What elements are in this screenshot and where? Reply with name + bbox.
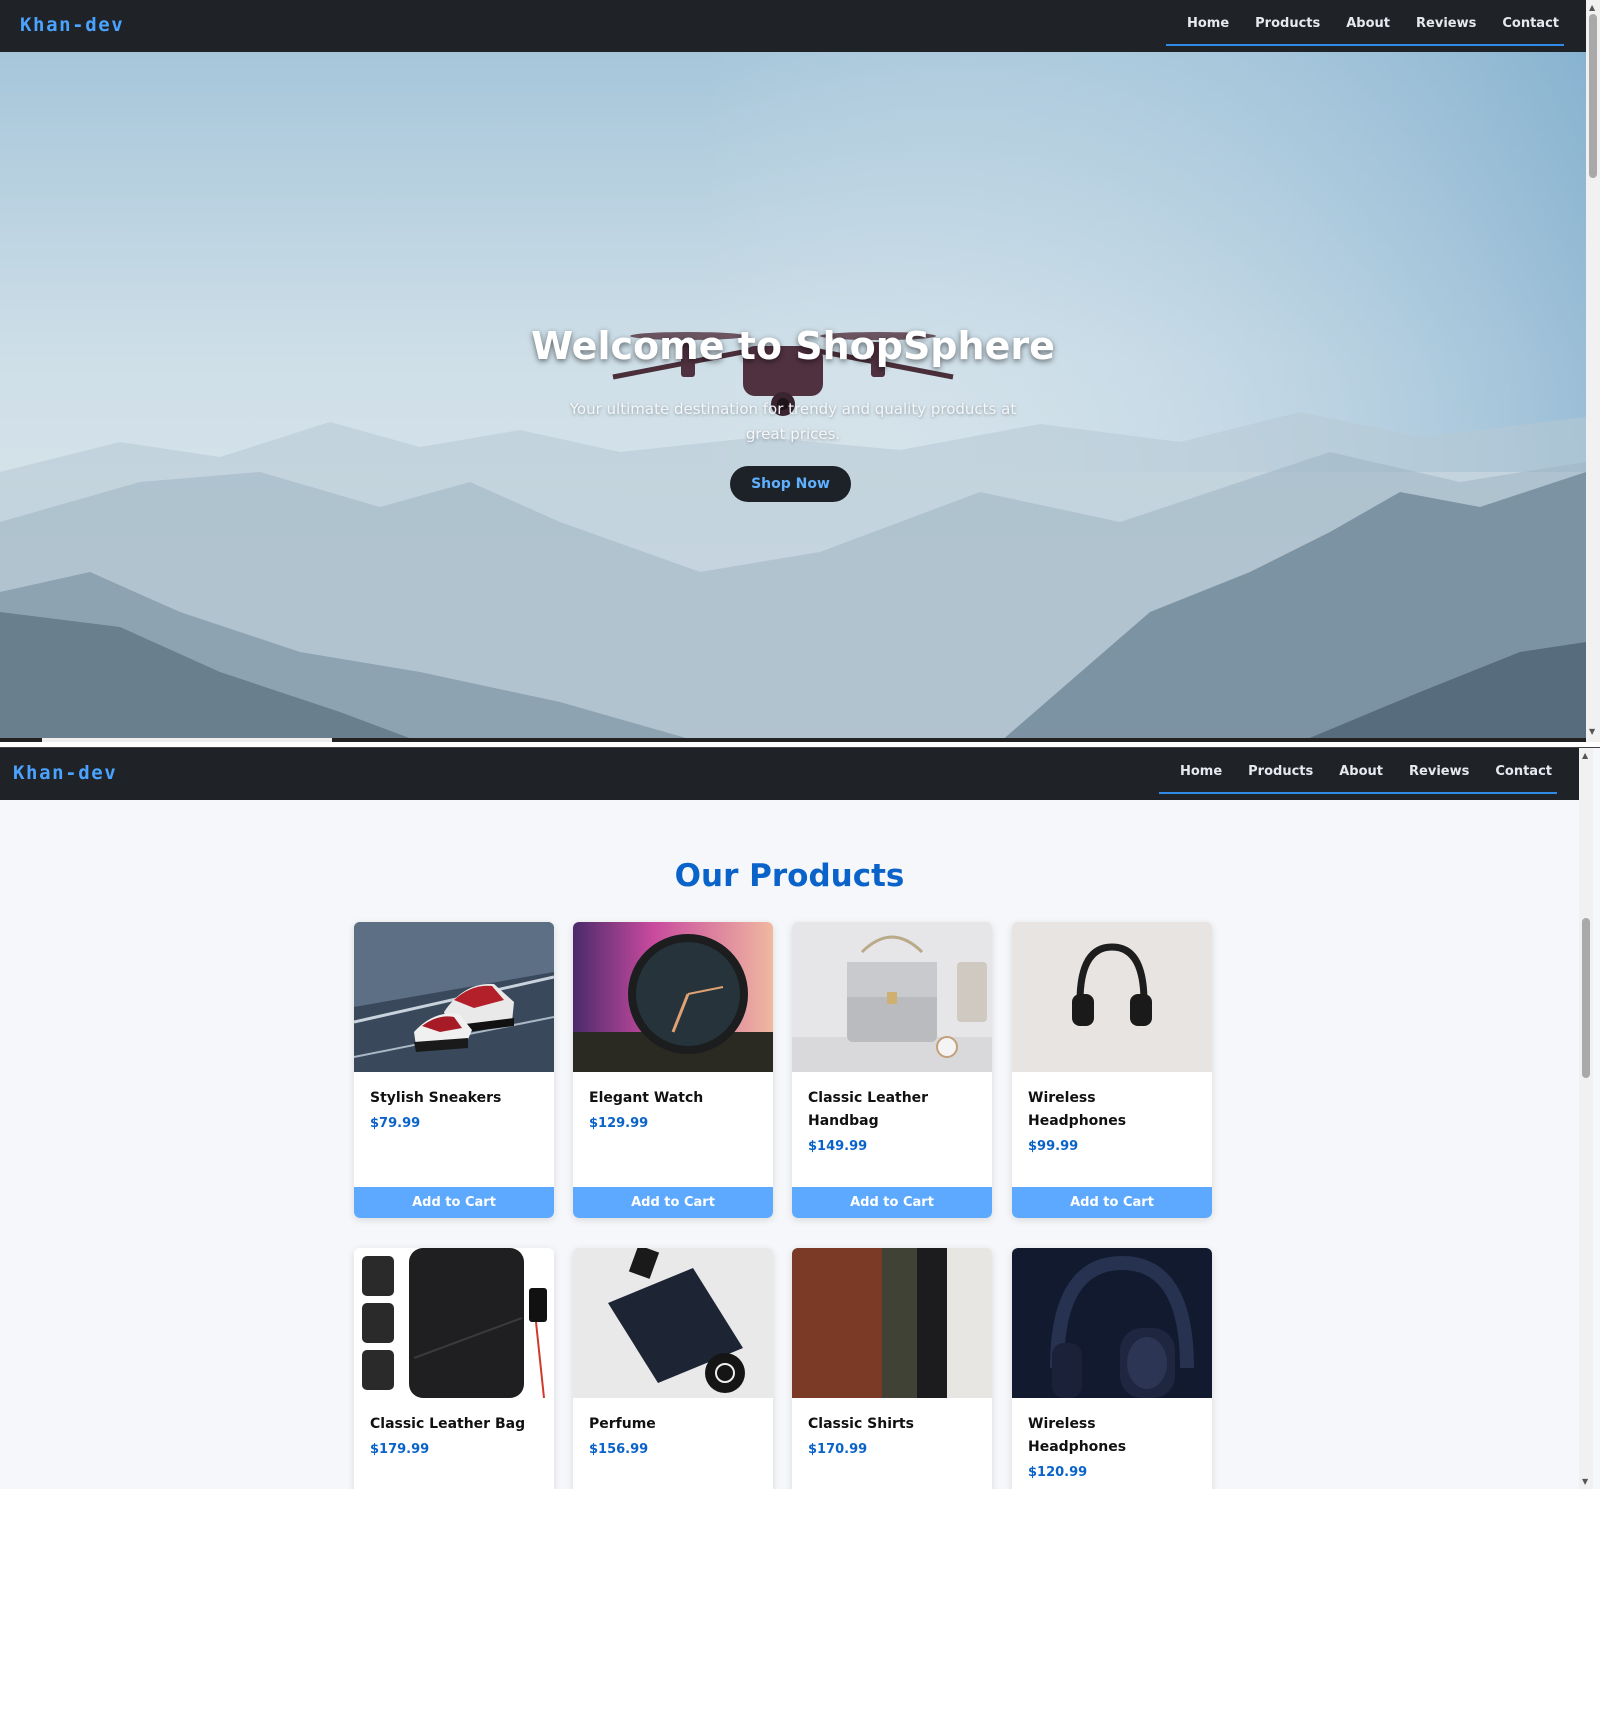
product-name: Classic Leather Bag — [370, 1416, 526, 1432]
product-card: Classic Leather Handbag $149.99 Add to C… — [792, 922, 992, 1218]
scrollbar-thumb[interactable] — [1582, 918, 1590, 1078]
product-price: $170.99 — [808, 1442, 868, 1457]
product-price: $99.99 — [1028, 1139, 1079, 1154]
product-name: Classic Shirts — [808, 1416, 914, 1432]
nav-link-about[interactable]: About — [1318, 748, 1396, 800]
handbag-image — [792, 922, 992, 1072]
nav-link-about[interactable]: About — [1325, 0, 1403, 52]
navbar: Khan-dev Home Products About Reviews Con… — [0, 0, 1586, 52]
nav-link-contact[interactable]: Contact — [1474, 748, 1565, 800]
product-name: Perfume — [589, 1416, 656, 1432]
perfume-image — [573, 1248, 773, 1398]
shirts-image — [792, 1248, 992, 1398]
viewport-products: Khan-dev Home Products About Reviews Con… — [0, 747, 1600, 1489]
product-card: Elegant Watch $129.99 Add to Cart — [573, 922, 773, 1218]
shop-now-button[interactable]: Shop Now — [730, 466, 851, 502]
product-name: Stylish Sneakers — [370, 1090, 502, 1106]
nav-links: Home Products About Reviews Contact — [1158, 748, 1565, 800]
add-to-cart-button[interactable]: Add to Cart — [573, 1187, 773, 1218]
products-title: Our Products — [674, 858, 905, 894]
viewport-hero: Khan-dev Home Products About Reviews Con… — [0, 0, 1600, 742]
nav-link-reviews[interactable]: Reviews — [1388, 748, 1482, 800]
product-name: Elegant Watch — [589, 1090, 704, 1106]
watch-image — [573, 922, 773, 1072]
nav-link-contact[interactable]: Contact — [1481, 0, 1572, 52]
add-to-cart-button[interactable]: Add to Cart — [354, 1187, 554, 1218]
sneakers-image — [354, 922, 554, 1072]
vertical-scrollbar[interactable]: ▲ ▼ — [1586, 0, 1600, 742]
nav-link-reviews[interactable]: Reviews — [1395, 0, 1489, 52]
product-price: $129.99 — [589, 1116, 649, 1131]
brand-logo[interactable]: Khan-dev — [13, 762, 117, 784]
nav-link-home[interactable]: Home — [1158, 748, 1235, 800]
product-price: $149.99 — [808, 1139, 868, 1154]
scroll-down-icon[interactable]: ▼ — [1582, 1478, 1588, 1486]
scroll-up-icon[interactable]: ▲ — [1589, 4, 1595, 12]
product-price: $79.99 — [370, 1116, 421, 1131]
hero-section: Welcome to ShopSphere Your ultimate dest… — [0, 52, 1586, 742]
backpack-image — [354, 1248, 554, 1398]
product-card: Stylish Sneakers $79.99 Add to Cart — [354, 922, 554, 1218]
add-to-cart-button[interactable]: Add to Cart — [1012, 1187, 1212, 1218]
brand-logo[interactable]: Khan-dev — [20, 14, 124, 36]
horizontal-scrollbar-thumb[interactable] — [42, 738, 332, 742]
product-name: Classic Leather Handbag — [808, 1090, 929, 1129]
product-card: Perfume $156.99 — [573, 1248, 773, 1489]
headphones-image — [1012, 922, 1212, 1072]
product-card: Wireless Headphones $120.99 — [1012, 1248, 1212, 1489]
scrollbar-thumb[interactable] — [1589, 14, 1597, 178]
nav-link-home[interactable]: Home — [1165, 0, 1242, 52]
add-to-cart-button[interactable]: Add to Cart — [792, 1187, 992, 1218]
scroll-up-icon[interactable]: ▲ — [1582, 752, 1588, 760]
product-card: Classic Leather Bag $179.99 — [354, 1248, 554, 1489]
hero-title: Welcome to ShopSphere — [531, 324, 1055, 368]
vertical-scrollbar[interactable]: ▲ ▼ — [1579, 748, 1593, 1489]
product-card: Wireless Headphones $99.99 Add to Cart — [1012, 922, 1212, 1218]
product-price: $120.99 — [1028, 1465, 1088, 1480]
nav-links: Home Products About Reviews Contact — [1165, 0, 1572, 52]
headphones-image — [1012, 1248, 1212, 1398]
product-name: Wireless Headphones — [1028, 1416, 1127, 1455]
product-price: $179.99 — [370, 1442, 430, 1457]
navbar: Khan-dev Home Products About Reviews Con… — [0, 748, 1579, 800]
product-price: $156.99 — [589, 1442, 649, 1457]
product-name: Wireless Headphones — [1028, 1090, 1127, 1129]
product-card: Classic Shirts $170.99 — [792, 1248, 992, 1489]
hero-subtitle: Your ultimate destination for trendy and… — [569, 400, 1017, 443]
scroll-down-icon[interactable]: ▼ — [1589, 728, 1595, 736]
nav-link-products[interactable]: Products — [1227, 748, 1326, 800]
nav-link-products[interactable]: Products — [1234, 0, 1333, 52]
